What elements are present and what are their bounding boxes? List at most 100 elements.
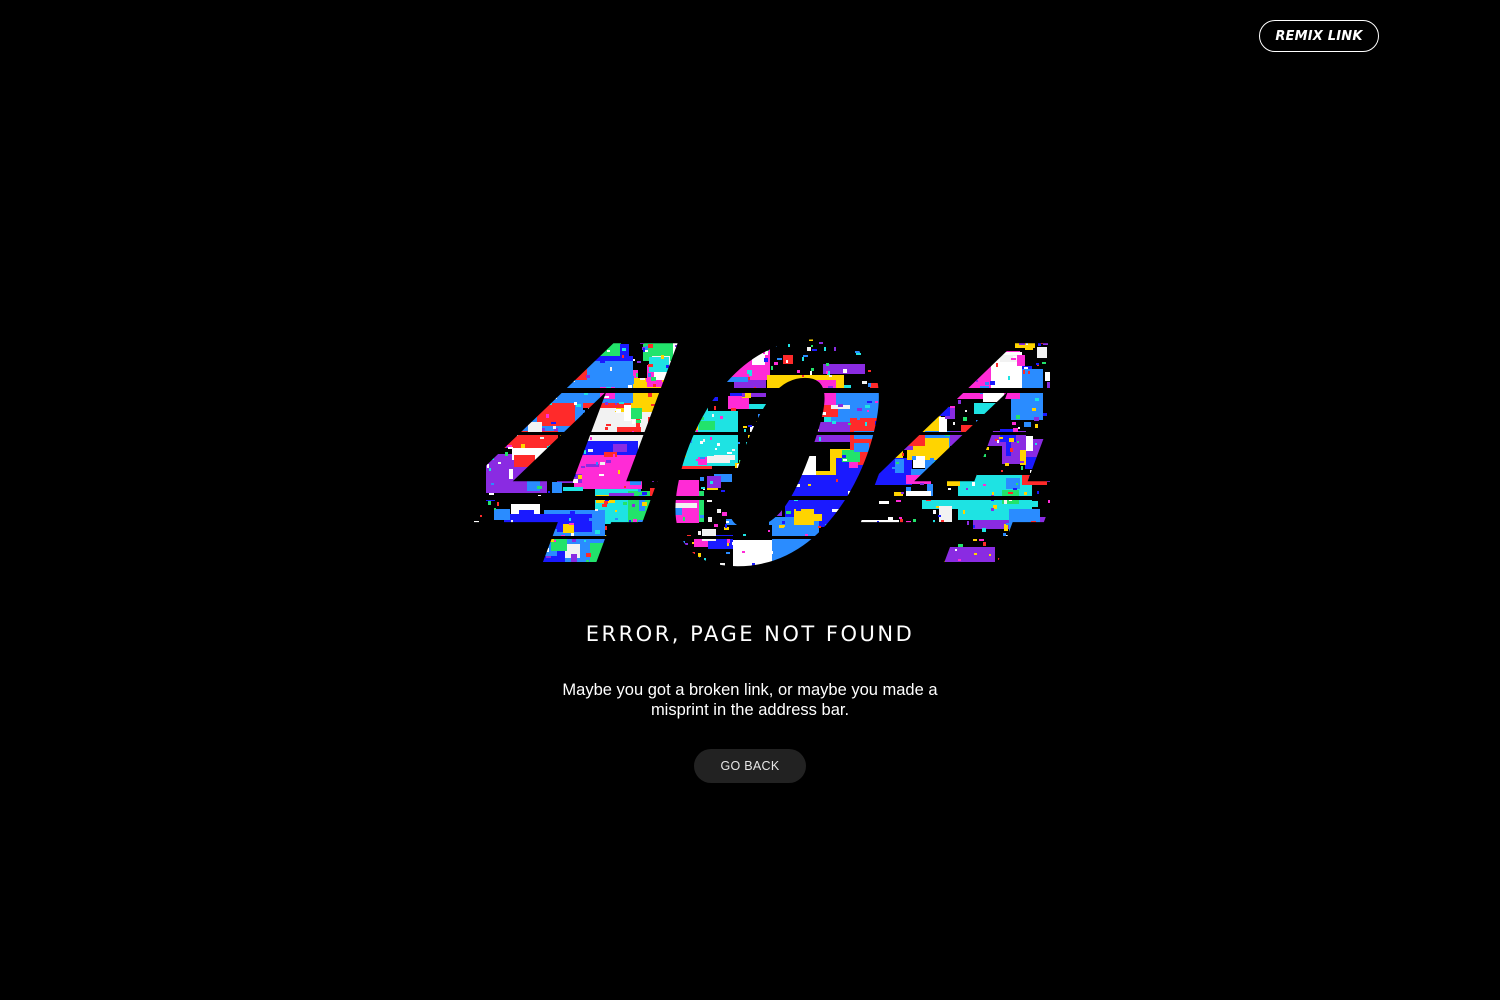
glitch-pixel <box>806 569 809 573</box>
glitch-pixel <box>737 303 741 305</box>
glitch-block <box>506 311 518 315</box>
glitch-pixel <box>711 365 714 369</box>
glitch-pixel <box>961 378 965 380</box>
glitch-pixel <box>826 363 829 366</box>
glitch-pixel <box>818 526 821 528</box>
glitch-pixel <box>875 401 878 403</box>
glitch-block <box>1024 422 1031 427</box>
glitch-block <box>563 368 587 380</box>
glitch-pixel <box>882 441 884 443</box>
glitch-pixel <box>572 464 576 466</box>
glitch-block <box>563 583 581 590</box>
glitch-pixel <box>563 310 565 313</box>
glitch-pixel <box>868 586 872 589</box>
glitch-pixel <box>554 396 557 399</box>
glitch-pixel <box>883 332 887 335</box>
glitch-slice <box>470 432 1050 435</box>
glitch-pixel <box>760 426 763 429</box>
glitch-pixel <box>969 347 971 351</box>
glitch-pixel <box>747 370 752 374</box>
glitch-pixel <box>651 404 655 406</box>
glitch-pixel <box>630 476 635 480</box>
glitch-pixel <box>544 373 547 376</box>
glitch-pixel <box>810 371 812 375</box>
glitch-pixel <box>565 354 567 358</box>
glitch-pixel <box>726 552 730 554</box>
glitch-block <box>781 566 788 578</box>
glitch-pixel <box>1042 300 1047 304</box>
glitch-pixel <box>682 370 684 373</box>
glitch-pixel <box>847 502 849 505</box>
glitch-pixel <box>921 567 923 571</box>
glitch-pixel <box>523 558 526 561</box>
glitch-pixel <box>516 547 521 550</box>
glitch-pixel <box>867 401 872 403</box>
glitch-pixel <box>573 479 578 483</box>
glitch-pixel <box>902 369 905 373</box>
go-back-button[interactable]: GO BACK <box>694 749 806 783</box>
glitch-pixel <box>637 361 641 363</box>
glitch-pixel <box>585 437 588 441</box>
glitch-pixel <box>944 351 946 354</box>
glitch-pixel <box>780 507 782 509</box>
glitch-block <box>494 509 510 520</box>
glitch-pixel <box>1034 417 1039 421</box>
glitch-pixel <box>946 405 948 408</box>
glitch-pixel <box>1013 337 1017 339</box>
glitch-block <box>794 509 814 525</box>
glitch-pixel <box>761 334 763 337</box>
glitch-pixel <box>711 583 714 586</box>
glitch-pixel <box>821 336 824 338</box>
glitch-pixel <box>648 393 652 397</box>
glitch-pixel <box>676 319 678 321</box>
glitch-block <box>747 470 772 486</box>
glitch-pixel <box>748 524 752 527</box>
glitch-pixel <box>995 410 999 413</box>
remix-link-button[interactable]: REMIX LINK <box>1259 20 1379 52</box>
glitch-pixel <box>933 520 935 524</box>
glitch-pixel <box>529 340 531 343</box>
glitch-pixel <box>584 450 586 454</box>
glitch-block <box>854 443 869 452</box>
glitch-pixel <box>503 408 506 412</box>
glitch-pixel <box>487 303 492 307</box>
glitch-pixel <box>471 422 475 424</box>
glitch-pixel <box>646 378 650 382</box>
glitch-block <box>859 582 863 590</box>
glitch-pixel <box>816 414 819 416</box>
glitch-pixel <box>524 524 527 526</box>
glitch-pixel <box>642 492 647 495</box>
glitch-pixel <box>782 315 784 317</box>
glitch-pixel <box>472 549 476 553</box>
glitch-pixel <box>535 566 537 569</box>
glitch-pixel <box>473 540 476 544</box>
glitch-pixel <box>516 380 520 382</box>
glitch-pixel <box>588 449 593 452</box>
glitch-pixel <box>644 316 648 318</box>
glitch-pixel <box>990 381 995 385</box>
glitch-pixel <box>1037 491 1039 494</box>
glitch-pixel <box>877 575 881 579</box>
glitch-pixel <box>703 407 708 411</box>
glitch-block <box>604 452 617 457</box>
glitch-pixel <box>605 526 607 530</box>
glitch-pixel <box>695 397 700 401</box>
glitch-pixel <box>915 350 920 352</box>
glitch-pixel <box>586 553 591 557</box>
glitch-pixel <box>559 462 564 465</box>
glitch-pixel <box>706 372 708 374</box>
glitch-pixel <box>605 427 608 430</box>
glitch-pixel <box>981 583 985 585</box>
glitch-pixel <box>589 518 593 521</box>
glitch-block <box>495 412 515 420</box>
glitch-pixel <box>1035 443 1037 445</box>
glitch-pixel <box>642 502 647 506</box>
glitch-pixel <box>1032 542 1037 544</box>
glitch-block <box>799 321 823 327</box>
glitch-pixel <box>700 315 705 317</box>
glitch-pixel <box>520 334 523 337</box>
glitch-pixel <box>623 581 625 584</box>
glitch-pixel <box>796 484 800 487</box>
glitch-pixel <box>838 404 843 407</box>
glitch-pixel <box>851 492 855 494</box>
